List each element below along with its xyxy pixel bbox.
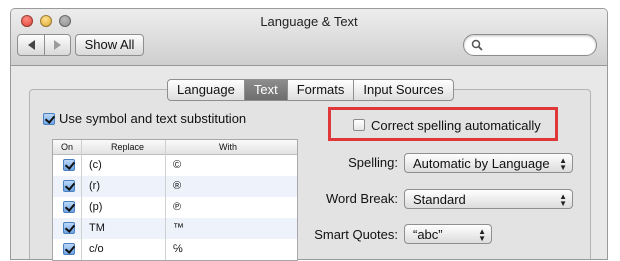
tab-language[interactable]: Language xyxy=(168,80,244,100)
search-field[interactable] xyxy=(463,34,597,56)
row-with: ℗ xyxy=(173,201,182,213)
column-with[interactable]: With xyxy=(219,142,237,152)
show-all-button[interactable]: Show All xyxy=(75,34,144,56)
column-divider xyxy=(165,140,166,154)
row-replace: (r) xyxy=(89,180,100,192)
correct-spelling-checkbox[interactable] xyxy=(353,119,365,131)
smart-quotes-value: “abc” xyxy=(413,227,443,242)
forward-button[interactable] xyxy=(44,35,70,55)
table-row[interactable]: (p) ℗ xyxy=(53,197,297,218)
row-replace: c/o xyxy=(89,243,104,255)
table-row[interactable]: TM ™ xyxy=(53,218,297,239)
popup-arrows-icon: ▲ ▼ xyxy=(559,192,567,208)
word-break-label: Word Break: xyxy=(325,191,398,206)
row-on-checkbox[interactable] xyxy=(63,180,75,192)
correct-spelling-label: Correct spelling automatically xyxy=(371,118,541,133)
popup-arrows-icon: ▲ ▼ xyxy=(559,156,567,172)
tab-text[interactable]: Text xyxy=(243,80,287,100)
back-arrow-icon xyxy=(27,40,35,50)
word-break-popup[interactable]: Standard ▲ ▼ xyxy=(404,189,573,209)
column-divider xyxy=(81,140,82,154)
row-on-checkbox[interactable] xyxy=(63,201,75,213)
tab-input-sources[interactable]: Input Sources xyxy=(353,80,452,100)
tab-formats[interactable]: Formats xyxy=(286,80,354,100)
row-on-checkbox[interactable] xyxy=(63,243,75,255)
row-replace: (c) xyxy=(89,159,102,171)
tab-bar: Language Text Formats Input Sources xyxy=(167,79,454,101)
spelling-value: Automatic by Language xyxy=(413,156,550,171)
search-input[interactable] xyxy=(486,37,590,53)
titlebar: Language & Text Show All xyxy=(11,9,607,66)
row-on-checkbox[interactable] xyxy=(63,222,75,234)
column-divider xyxy=(81,154,82,260)
nav-buttons xyxy=(17,34,71,56)
forward-arrow-icon xyxy=(53,40,61,50)
use-substitution-checkbox[interactable] xyxy=(43,112,55,125)
column-on[interactable]: On xyxy=(61,142,73,152)
row-replace: (p) xyxy=(89,201,103,213)
row-with: ℅ xyxy=(173,243,183,255)
popup-arrows-icon: ▲ ▼ xyxy=(478,227,486,243)
highlight-box: Correct spelling automatically xyxy=(328,107,558,141)
column-replace[interactable]: Replace xyxy=(111,142,144,152)
back-button[interactable] xyxy=(18,35,45,55)
row-with: ® xyxy=(173,180,182,192)
table-row[interactable]: (c) © xyxy=(53,155,297,176)
spelling-popup[interactable]: Automatic by Language ▲ ▼ xyxy=(404,153,573,173)
substitution-table: On Replace With (c) © (r) ® (p) ℗ TM ™ c… xyxy=(52,139,298,261)
row-with: ™ xyxy=(173,222,184,234)
column-divider xyxy=(165,154,166,260)
use-substitution-label: Use symbol and text substitution xyxy=(59,111,247,126)
row-with: © xyxy=(173,159,182,171)
use-substitution-option[interactable]: Use symbol and text substitution xyxy=(43,111,246,126)
table-row[interactable]: c/o ℅ xyxy=(53,239,297,260)
spelling-label: Spelling: xyxy=(348,155,398,170)
row-replace: TM xyxy=(89,222,105,234)
table-header: On Replace With xyxy=(53,140,297,155)
word-break-value: Standard xyxy=(413,192,466,207)
row-on-checkbox[interactable] xyxy=(63,159,75,171)
table-row[interactable]: (r) ® xyxy=(53,176,297,197)
window-title: Language & Text xyxy=(260,14,358,29)
smart-quotes-popup[interactable]: “abc” ▲ ▼ xyxy=(404,224,492,244)
search-icon xyxy=(471,39,483,51)
smart-quotes-label: Smart Quotes: xyxy=(314,227,398,242)
